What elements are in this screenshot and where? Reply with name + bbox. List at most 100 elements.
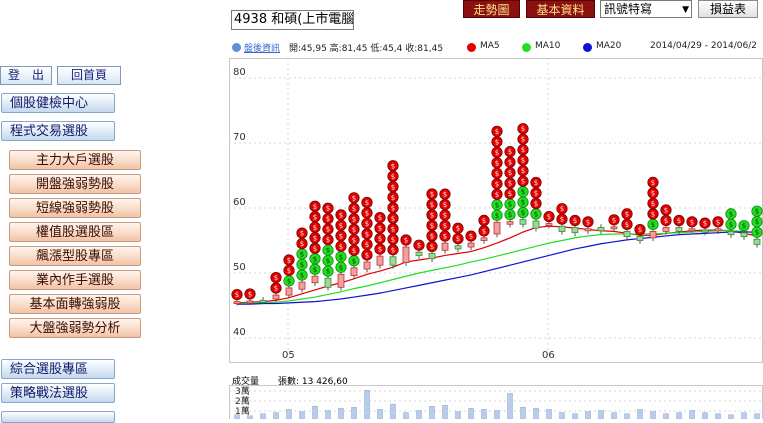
candle-body [610, 226, 618, 230]
buy-signal-glyph: $ [755, 218, 759, 226]
sell-signal-glyph: $ [625, 210, 629, 218]
sell-signal-glyph: $ [326, 215, 330, 223]
combined-selection-button[interactable]: 綜合選股專區 [1, 359, 115, 379]
stock-code-input[interactable]: 4938 和碩(上市電腦周邊) [231, 10, 354, 30]
ohlc-readout: 開:45,95 高:81,45 低:45,4 收:81,45 [289, 44, 444, 54]
sell-signal-glyph: $ [248, 290, 252, 298]
sell-signal-glyph: $ [339, 232, 343, 240]
signal-select[interactable]: 訊號特寫 ▼ [600, 0, 692, 18]
sell-signal-glyph: $ [664, 207, 668, 215]
sell-signal-glyph: $ [365, 230, 369, 238]
sidebar-next-button[interactable] [1, 411, 115, 423]
program-trading-button[interactable]: 程式交易選股 [1, 121, 115, 141]
sell-signal-glyph: $ [690, 218, 694, 226]
candle-body [649, 230, 657, 239]
sell-signal-glyph: $ [534, 179, 538, 187]
sell-signal-glyph: $ [508, 148, 512, 156]
sell-signal-glyph: $ [391, 173, 395, 181]
sell-signal-glyph: $ [274, 285, 278, 293]
volume-bar [260, 413, 266, 419]
sell-signal-glyph: $ [443, 201, 447, 209]
volume-bar [728, 414, 734, 419]
buy-signal-glyph: $ [521, 209, 525, 217]
buy-signal-glyph: $ [300, 272, 304, 280]
submenu-item-major-holders[interactable]: 主力大戶選股 [9, 150, 141, 170]
sell-signal-glyph: $ [495, 138, 499, 146]
sell-signal-glyph: $ [391, 236, 395, 244]
ma10-legend-dot-icon [522, 43, 531, 52]
candle-body [415, 251, 423, 256]
ma5-legend-label: MA5 [480, 41, 500, 51]
sell-signal-glyph: $ [560, 205, 564, 213]
submenu-item-market-analysis[interactable]: 大盤強弱勢分析 [9, 318, 141, 338]
sell-signal-glyph: $ [625, 221, 629, 229]
volume-bar [689, 410, 695, 419]
sell-signal-glyph: $ [508, 180, 512, 188]
after-hours-link[interactable]: 盤後資訊 [244, 41, 280, 54]
buy-signal-glyph: $ [495, 212, 499, 220]
price-chart: $ $ $ $ $ $ $ $ $ $ $ $ $ $ $ $ $ $ $ $ $ $ $ $ $ $ $ $ $ $ $ $ $ $ $ $ $ $ $ $… [229, 58, 763, 363]
volume-bar [377, 409, 383, 419]
submenu-item-short-term-strength[interactable]: 短線強弱勢股 [9, 198, 141, 218]
strategy-selection-button[interactable]: 策略戰法選股 [1, 383, 115, 403]
volume-bar [468, 408, 474, 419]
volume-bar [494, 410, 500, 419]
sell-signal-glyph: $ [391, 162, 395, 170]
buy-signal-glyph: $ [339, 264, 343, 272]
sell-signal-glyph: $ [326, 205, 330, 213]
sell-signal-glyph: $ [352, 194, 356, 202]
submenu-item-insider-picks[interactable]: 業內作手選股 [9, 270, 141, 290]
sell-signal-glyph: $ [534, 200, 538, 208]
submenu-item-fundamental-shift[interactable]: 基本面轉強弱股 [9, 294, 141, 314]
volume-bar [299, 411, 305, 419]
ma20-legend-dot-icon [583, 43, 592, 52]
volume-bar [481, 409, 487, 419]
sell-signal-glyph: $ [521, 178, 525, 186]
sell-signal-glyph: $ [521, 146, 525, 154]
tab-trend-chart[interactable]: 走勢圖 [463, 0, 520, 18]
y-tick-label: 50 [233, 262, 246, 273]
candle-body [493, 221, 501, 235]
sell-signal-glyph: $ [352, 215, 356, 223]
x-tick-label: 06 [542, 350, 555, 361]
sell-signal-glyph: $ [430, 243, 434, 251]
volume-bar [325, 410, 331, 419]
submenu-item-opening-strength[interactable]: 開盤強弱勢股 [9, 174, 141, 194]
ma5-legend-dot-icon [467, 43, 476, 52]
volume-bar [676, 412, 682, 419]
sell-signal-glyph: $ [430, 233, 434, 241]
sell-signal-glyph: $ [365, 199, 369, 207]
candle-body [480, 237, 488, 241]
volume-bar [390, 403, 396, 419]
sell-signal-glyph: $ [313, 213, 317, 221]
sell-signal-glyph: $ [378, 225, 382, 233]
sell-signal-glyph: $ [456, 235, 460, 243]
home-button[interactable]: 回首頁 [57, 66, 121, 85]
submenu-item-weighted-stocks[interactable]: 權值股選股區 [9, 222, 141, 242]
sell-signal-glyph: $ [378, 214, 382, 222]
candle-body [623, 230, 631, 237]
sell-signal-glyph: $ [391, 215, 395, 223]
logout-button[interactable]: 登 出 [0, 66, 52, 85]
candle-body [246, 300, 254, 304]
sell-signal-glyph: $ [391, 204, 395, 212]
pnl-button[interactable]: 損益表 [698, 0, 758, 18]
submenu-item-surge-stocks[interactable]: 飆漲型股專區 [9, 246, 141, 266]
candle-body [688, 228, 696, 232]
sell-signal-glyph: $ [300, 240, 304, 248]
buy-signal-glyph: $ [339, 253, 343, 261]
candle-body [389, 256, 397, 266]
volume-bar [429, 406, 435, 419]
sell-signal-glyph: $ [651, 210, 655, 218]
candle-body [311, 275, 319, 284]
tab-fundamentals[interactable]: 基本資料 [526, 0, 595, 18]
sell-signal-glyph: $ [378, 246, 382, 254]
buy-signal-glyph: $ [508, 201, 512, 209]
sell-signal-glyph: $ [313, 245, 317, 253]
sell-signal-glyph: $ [521, 125, 525, 133]
stock-checkup-button[interactable]: 個股健檢中心 [1, 93, 115, 113]
volume-bar [442, 404, 448, 419]
volume-bar [312, 406, 318, 419]
sell-signal-glyph: $ [352, 247, 356, 255]
candle-body [675, 227, 683, 232]
